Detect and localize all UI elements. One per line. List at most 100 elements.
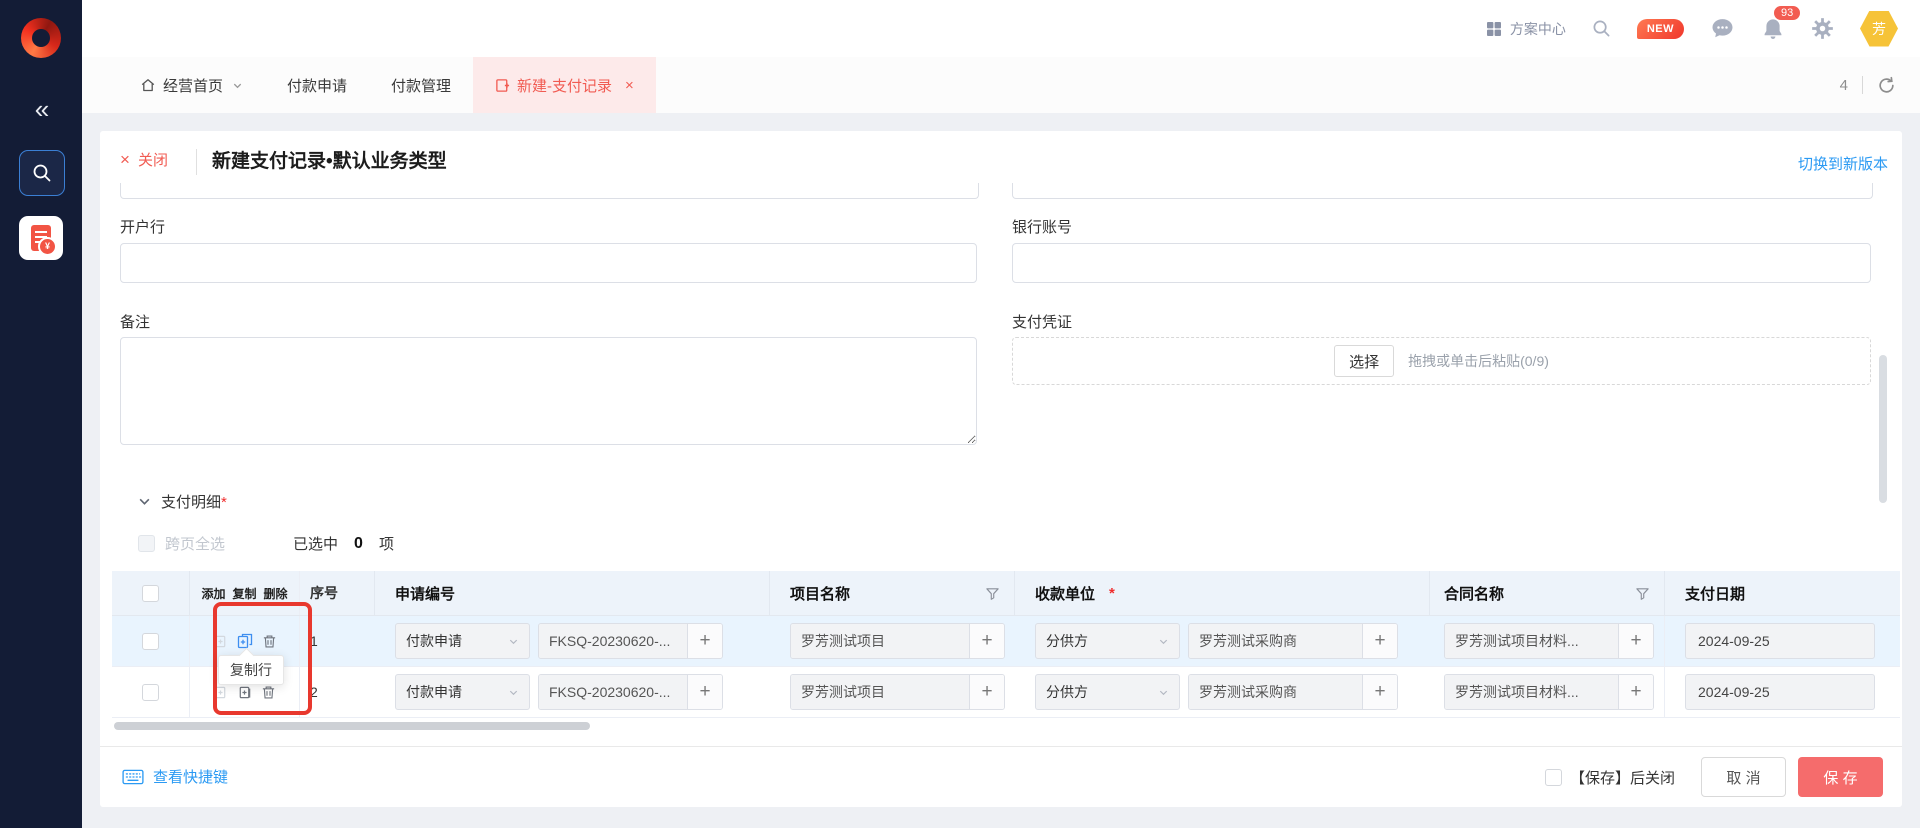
new-feature-badge[interactable]: NEW: [1637, 19, 1684, 39]
sidebar-item-payment-module[interactable]: ¥: [19, 216, 63, 260]
select-all-checkbox[interactable]: [142, 585, 159, 602]
upload-select-button[interactable]: 选择: [1334, 345, 1394, 377]
global-search-icon[interactable]: [1592, 19, 1611, 38]
apply-type-dropdown[interactable]: 付款申请: [395, 674, 530, 710]
user-avatar[interactable]: 芳: [1860, 11, 1898, 47]
view-shortcuts-link[interactable]: 查看快捷键: [122, 766, 228, 787]
payee-value[interactable]: 罗芳测试采购商: [1189, 624, 1363, 658]
page-title: 新建支付记录•默认业务类型: [212, 146, 447, 173]
close-after-save-checkbox[interactable]: [1545, 769, 1562, 786]
selected-unit: 项: [379, 533, 394, 554]
add-payee-button[interactable]: +: [1363, 624, 1397, 658]
payee-type-dropdown[interactable]: 分供方: [1035, 674, 1180, 710]
apply-no-field: FKSQ-20230620-... +: [538, 623, 723, 659]
truncated-field-left[interactable]: [120, 183, 979, 199]
workspace-center-button[interactable]: 方案中心: [1486, 19, 1566, 39]
add-row-icon[interactable]: [213, 634, 228, 649]
payee-field: 罗芳测试采购商 +: [1188, 623, 1398, 659]
project-value[interactable]: 罗芳测试项目: [791, 624, 970, 658]
save-button[interactable]: 保 存: [1798, 757, 1883, 797]
add-apply-no-button[interactable]: +: [688, 675, 722, 709]
seq-column-header: 序号: [300, 571, 375, 615]
sidebar-item-search[interactable]: [19, 150, 65, 196]
cancel-button[interactable]: 取 消: [1701, 757, 1786, 797]
pay-date-input[interactable]: 2024-09-25: [1685, 623, 1875, 659]
cross-page-select-checkbox[interactable]: [138, 535, 155, 552]
sidebar: « ¥: [0, 0, 82, 828]
apply-no-value[interactable]: FKSQ-20230620-...: [539, 675, 688, 709]
section-title: 支付明细: [161, 494, 221, 511]
new-payment-record-panel: × 关闭 新建支付记录•默认业务类型 切换到新版本 开户行 银行账号 备注 支付…: [100, 131, 1902, 807]
add-project-button[interactable]: +: [970, 624, 1004, 658]
copy-row-icon[interactable]: [237, 685, 252, 700]
divider: [196, 149, 197, 175]
chevron-down-icon: [138, 495, 151, 508]
keyboard-icon: [122, 769, 144, 785]
pay-date-input[interactable]: 2024-09-25: [1685, 674, 1875, 710]
horizontal-scrollbar[interactable]: [114, 722, 590, 730]
payee-value[interactable]: 罗芳测试采购商: [1189, 675, 1363, 709]
apply-no-value[interactable]: FKSQ-20230620-...: [539, 624, 688, 658]
selected-count: 0: [354, 535, 363, 553]
messages-icon[interactable]: [1710, 16, 1735, 41]
add-apply-no-button[interactable]: +: [688, 624, 722, 658]
payment-detail-section-header[interactable]: 支付明细*: [138, 491, 227, 512]
tab-new-payment-record[interactable]: 新建-支付记录 ×: [473, 57, 656, 113]
tab-bar: 经营首页 付款申请 付款管理 新建-支付记录 × 4: [82, 57, 1920, 113]
home-icon: [140, 77, 156, 93]
row-checkbox[interactable]: [142, 684, 159, 701]
close-panel-button[interactable]: × 关闭: [120, 149, 168, 170]
row-checkbox[interactable]: [142, 633, 159, 650]
account-input[interactable]: [1012, 243, 1871, 283]
project-value[interactable]: 罗芳测试项目: [791, 675, 970, 709]
contract-value[interactable]: 罗芳测试项目材料...: [1445, 624, 1619, 658]
notifications-bell-icon[interactable]: 93: [1761, 17, 1785, 41]
add-contract-button[interactable]: +: [1619, 624, 1653, 658]
close-tab-icon[interactable]: ×: [625, 77, 634, 94]
tab-label: 付款管理: [391, 75, 451, 96]
grid-icon: [1486, 21, 1502, 37]
chevron-down-icon: [1158, 687, 1169, 698]
settings-gear-icon[interactable]: [1811, 17, 1834, 40]
filter-icon[interactable]: [1635, 586, 1650, 601]
filter-icon[interactable]: [985, 586, 1000, 601]
notification-count-badge: 93: [1773, 5, 1801, 21]
vertical-scrollbar[interactable]: [1879, 355, 1887, 503]
project-field: 罗芳测试项目 +: [790, 674, 1005, 710]
cross-page-select-label: 跨页全选: [165, 533, 225, 554]
bank-input[interactable]: [120, 243, 977, 283]
copy-row-icon[interactable]: [237, 633, 253, 649]
tab-business-home[interactable]: 经营首页: [118, 57, 265, 113]
panel-footer: 查看快捷键 【保存】后关闭 取 消 保 存: [100, 746, 1902, 807]
payee-field: 罗芳测试采购商 +: [1188, 674, 1398, 710]
switch-version-link[interactable]: 切换到新版本: [1798, 153, 1888, 174]
app-window: « ¥ 方案中心 NEW: [0, 0, 1920, 828]
add-contract-button[interactable]: +: [1619, 675, 1653, 709]
project-column-header: 项目名称: [770, 571, 1015, 615]
truncated-field-right[interactable]: [1012, 183, 1873, 199]
collapse-sidebar-icon[interactable]: «: [0, 94, 82, 125]
payee-type-dropdown[interactable]: 分供方: [1035, 623, 1180, 659]
add-payee-button[interactable]: +: [1363, 675, 1397, 709]
copy-row-tooltip: 复制行: [218, 655, 284, 685]
contract-value[interactable]: 罗芳测试项目材料...: [1445, 675, 1619, 709]
search-icon: [32, 163, 52, 183]
chevron-down-icon: [1158, 636, 1169, 647]
add-row-icon[interactable]: [213, 685, 228, 700]
add-project-button[interactable]: +: [970, 675, 1004, 709]
remark-textarea[interactable]: [120, 337, 977, 445]
delete-row-icon[interactable]: [262, 634, 277, 649]
tab-payment-apply[interactable]: 付款申请: [265, 57, 369, 113]
delete-row-icon[interactable]: [261, 685, 276, 700]
app-logo: [21, 18, 61, 58]
tab-payment-manage[interactable]: 付款管理: [369, 57, 473, 113]
payee-column-header: 收款单位 *: [1015, 571, 1430, 615]
apply-type-dropdown[interactable]: 付款申请: [395, 623, 530, 659]
voucher-label: 支付凭证: [1012, 311, 1072, 332]
refresh-icon[interactable]: [1877, 76, 1896, 95]
open-tab-count[interactable]: 4: [1840, 77, 1848, 94]
top-header: 方案中心 NEW 93 芳: [82, 0, 1920, 58]
new-doc-icon: [495, 78, 510, 93]
voucher-upload-dropzone[interactable]: 选择 拖拽或单击后粘贴(0/9): [1012, 337, 1871, 385]
close-icon: ×: [120, 150, 130, 170]
